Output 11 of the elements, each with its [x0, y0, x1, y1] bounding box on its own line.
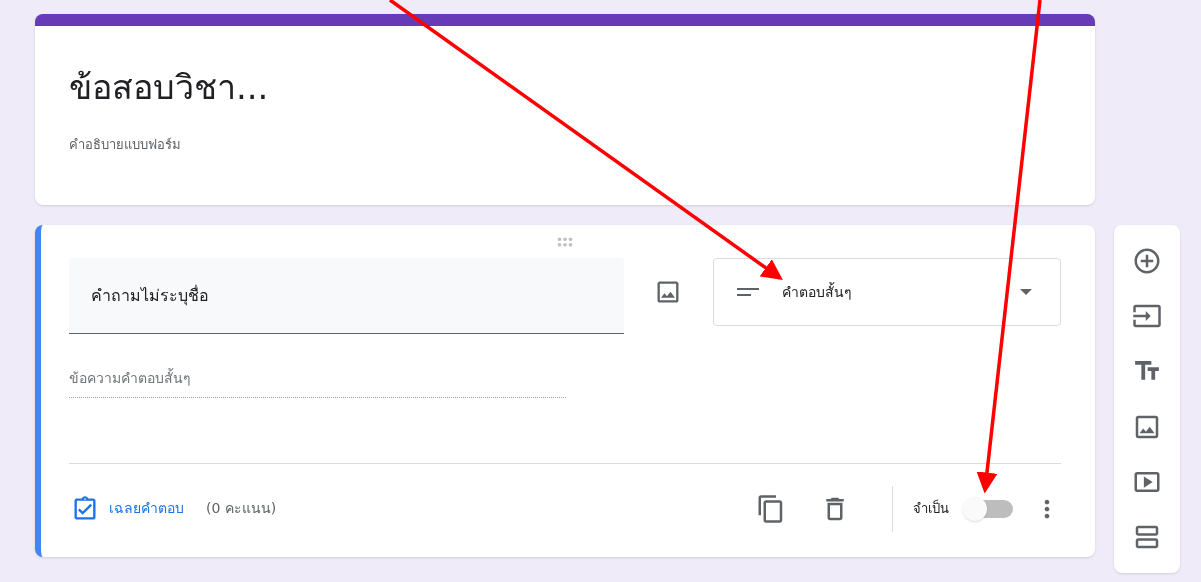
answer-placeholder-field: ข้อความคำตอบสั้นๆ	[69, 368, 566, 398]
answer-key-link[interactable]: เฉลยคำตอบ	[109, 498, 184, 519]
question-title-field[interactable]: คำถามไม่ระบุชื่อ	[69, 258, 625, 334]
short-text-icon	[737, 288, 760, 296]
points-label: (0 คะแนน)	[206, 499, 277, 518]
question-type-dropdown[interactable]: คำตอบสั้นๆ	[713, 258, 1061, 326]
caret-icon	[1020, 289, 1032, 295]
form-description[interactable]: คำอธิบายแบบฟอร์ม	[69, 134, 1095, 154]
required-label: จำเป็น	[913, 498, 949, 518]
required-switch[interactable]	[963, 496, 1015, 521]
form-title[interactable]: ข้อสอบวิชา...	[69, 66, 1095, 109]
